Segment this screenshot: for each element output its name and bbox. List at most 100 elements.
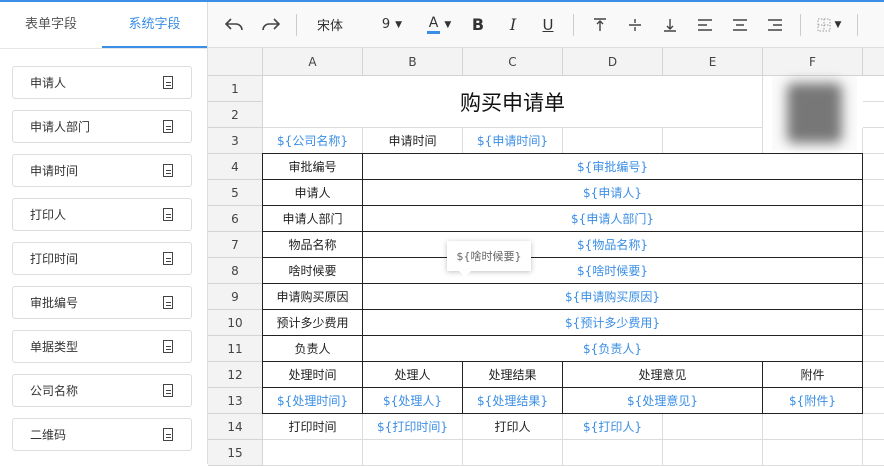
field-item[interactable]: 申请人部门 <box>12 110 192 143</box>
font-family-select[interactable]: 宋体 <box>305 10 355 40</box>
empty-cell[interactable] <box>863 388 884 414</box>
field-item[interactable]: 打印人 <box>12 198 192 231</box>
field-item[interactable]: 公司名称 <box>12 374 192 407</box>
column-header[interactable]: C <box>463 48 563 76</box>
sheet-cell[interactable] <box>563 440 663 466</box>
empty-cell[interactable] <box>863 154 884 180</box>
sheet-cell[interactable] <box>663 414 763 440</box>
tab-system-fields[interactable]: 系统字段 <box>102 2 207 48</box>
sheet-cell[interactable] <box>463 440 563 466</box>
row-header[interactable]: 11 <box>208 336 263 362</box>
sheet-cell[interactable]: 审批编号 <box>262 153 363 180</box>
column-header[interactable]: E <box>663 48 763 76</box>
sheet-cell[interactable]: 处理时间 <box>262 361 363 388</box>
sheet-cell[interactable]: ${申请人部门} <box>362 205 863 232</box>
redo-button[interactable] <box>260 10 282 40</box>
empty-cell[interactable] <box>863 206 884 232</box>
sheet-cell[interactable]: 打印人 <box>463 414 563 440</box>
sheet-cell[interactable]: 负责人 <box>262 335 363 362</box>
empty-cell[interactable] <box>863 362 884 388</box>
row-header[interactable]: 13 <box>208 388 263 414</box>
empty-cell[interactable] <box>863 128 884 154</box>
sheet-cell[interactable]: 啥时候要 <box>262 257 363 284</box>
row-header[interactable]: 8 <box>208 258 263 284</box>
sheet-cell[interactable]: 处理结果 <box>462 361 563 388</box>
empty-cell[interactable] <box>863 180 884 206</box>
align-left-button[interactable] <box>687 10 722 40</box>
sheet-cell[interactable] <box>563 128 663 154</box>
borders-button[interactable]: ▼ <box>809 10 849 40</box>
sheet-cell[interactable] <box>663 440 763 466</box>
sheet-cell[interactable]: 申请人 <box>262 179 363 206</box>
underline-button[interactable]: U <box>531 10 565 40</box>
sheet-cell[interactable]: ${预计多少费用} <box>362 309 863 336</box>
row-header[interactable]: 3 <box>208 128 263 154</box>
empty-cell[interactable] <box>863 258 884 284</box>
sheet-cell[interactable]: ${打印人} <box>563 414 663 440</box>
sheet-cell[interactable] <box>663 128 763 154</box>
row-header[interactable]: 9 <box>208 284 263 310</box>
sheet-title-cell[interactable]: 购买申请单 <box>263 76 763 128</box>
sheet-cell[interactable] <box>263 440 363 466</box>
sheet-cell[interactable]: ${处理人} <box>362 387 463 414</box>
sheet-cell[interactable]: ${处理时间} <box>262 387 363 414</box>
sheet-cell[interactable]: ${处理结果} <box>462 387 563 414</box>
row-header[interactable]: 1 <box>208 76 263 102</box>
align-top-button[interactable] <box>582 10 617 40</box>
bold-button[interactable]: B <box>461 10 495 40</box>
tab-form-fields[interactable]: 表单字段 <box>0 2 102 48</box>
field-item[interactable]: 打印时间 <box>12 242 192 275</box>
row-header[interactable]: 14 <box>208 414 263 440</box>
sheet-cell[interactable]: 处理人 <box>362 361 463 388</box>
column-header[interactable]: B <box>363 48 463 76</box>
sheet-cell[interactable]: ${处理意见} <box>562 387 763 414</box>
row-header[interactable]: 7 <box>208 232 263 258</box>
italic-button[interactable]: I <box>495 10 531 40</box>
column-header[interactable] <box>863 48 884 76</box>
empty-cell[interactable] <box>863 414 884 440</box>
sheet-cell[interactable]: 打印时间 <box>263 414 363 440</box>
column-header[interactable]: F <box>763 48 863 76</box>
font-size-select[interactable]: 9 ▼ <box>369 10 415 40</box>
sheet-cell[interactable]: 申请购买原因 <box>262 283 363 310</box>
font-color-button[interactable]: A ▼ <box>417 10 461 40</box>
empty-cell[interactable] <box>863 76 884 102</box>
align-bottom-button[interactable] <box>652 10 687 40</box>
align-right-button[interactable] <box>757 10 792 40</box>
sheet-cell[interactable]: 物品名称 <box>262 231 363 258</box>
sheet-cell[interactable]: ${审批编号} <box>362 153 863 180</box>
row-header[interactable]: 6 <box>208 206 263 232</box>
sheet-cell[interactable]: 申请人部门 <box>262 205 363 232</box>
sheet-cell[interactable]: ${物品名称} <box>362 231 863 258</box>
row-header[interactable]: 4 <box>208 154 263 180</box>
row-header[interactable]: 2 <box>208 102 263 128</box>
align-center-button[interactable] <box>722 10 757 40</box>
corner-cell[interactable] <box>208 48 263 76</box>
sheet-cell[interactable]: ${附件} <box>762 387 863 414</box>
field-item[interactable]: 申请时间 <box>12 154 192 187</box>
sheet-cell[interactable]: ${申请购买原因} <box>362 283 863 310</box>
sheet-cell[interactable] <box>763 414 863 440</box>
row-header[interactable]: 12 <box>208 362 263 388</box>
empty-cell[interactable] <box>863 440 884 466</box>
sheet-cell[interactable]: ${啥时候要} <box>362 257 863 284</box>
row-header[interactable]: 15 <box>208 440 263 466</box>
empty-cell[interactable] <box>863 284 884 310</box>
empty-cell[interactable] <box>863 102 884 128</box>
row-header[interactable]: 10 <box>208 310 263 336</box>
sheet-cell[interactable]: 预计多少费用 <box>262 309 363 336</box>
sheet-cell[interactable]: ${负责人} <box>362 335 863 362</box>
sheet-cell[interactable] <box>363 440 463 466</box>
empty-cell[interactable] <box>863 336 884 362</box>
column-header[interactable]: D <box>563 48 663 76</box>
sheet-cell[interactable]: ${打印时间} <box>363 414 463 440</box>
sheet-cell[interactable]: 申请时间 <box>363 128 463 154</box>
column-header[interactable]: A <box>263 48 363 76</box>
sheet-cell[interactable]: 处理意见 <box>562 361 763 388</box>
sheet-cell[interactable]: ${申请时间} <box>463 128 563 154</box>
undo-button[interactable] <box>208 10 260 40</box>
row-header[interactable]: 5 <box>208 180 263 206</box>
sheet-cell[interactable] <box>763 440 863 466</box>
field-item[interactable]: 二维码 <box>12 418 192 451</box>
field-item[interactable]: 申请人 <box>12 66 192 99</box>
